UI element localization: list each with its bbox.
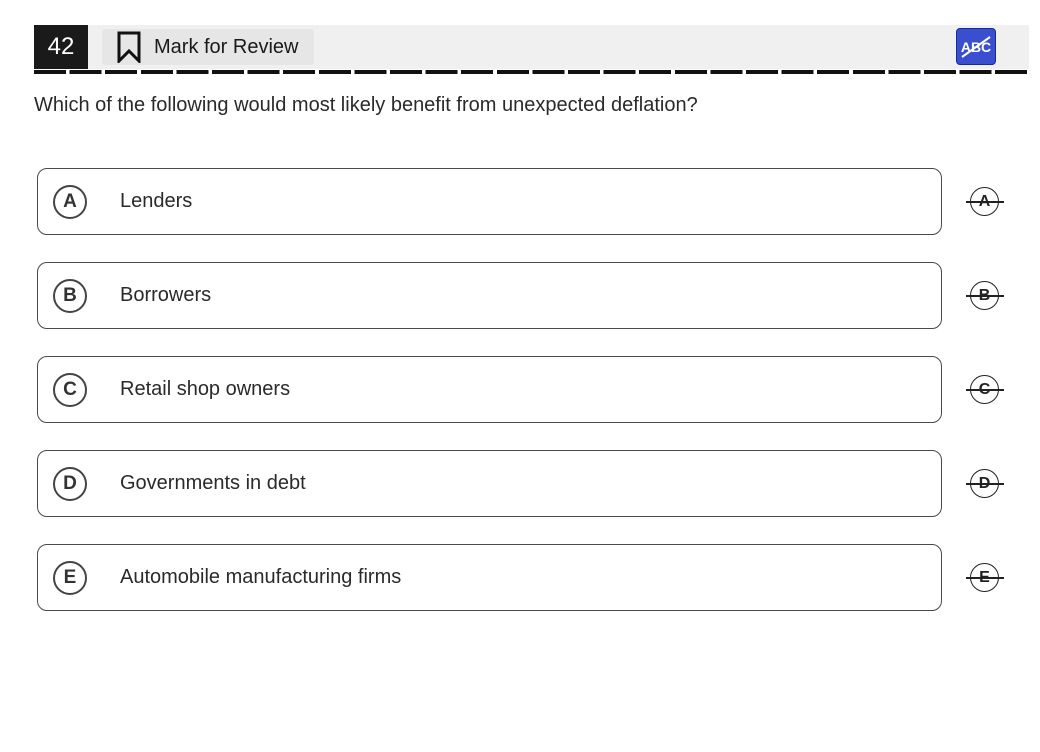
bookmark-icon — [116, 31, 142, 63]
choice-row-d: D Governments in debt D — [37, 450, 1017, 518]
choice-row-c: C Retail shop owners C — [37, 356, 1017, 424]
choice-b-button[interactable]: B Borrowers — [37, 262, 942, 329]
answer-eliminator-toggle-button[interactable]: ABC — [956, 28, 996, 65]
mark-for-review-label: Mark for Review — [154, 35, 299, 58]
choice-letter: C — [53, 372, 87, 407]
question-number: 42 — [34, 25, 88, 69]
question-text: Which of the following would most likely… — [34, 94, 698, 116]
choice-c-button[interactable]: C Retail shop owners — [37, 356, 942, 423]
eliminate-choice-e-button[interactable]: E — [966, 559, 1006, 599]
choice-text: Automobile manufacturing firms — [120, 566, 402, 588]
choice-d-button[interactable]: D Governments in debt — [37, 450, 942, 517]
strikethrough-icon — [966, 201, 1004, 203]
mark-for-review-button[interactable]: Mark for Review — [102, 29, 315, 65]
choice-text: Lenders — [120, 190, 193, 212]
choice-text: Governments in debt — [120, 472, 306, 494]
strikethrough-icon — [966, 389, 1004, 391]
eliminate-choice-d-button[interactable]: D — [966, 465, 1006, 505]
eliminate-choice-a-button[interactable]: A — [966, 183, 1006, 223]
question-header: 42 Mark for Review ABC — [34, 25, 1029, 69]
strikethrough-icon — [966, 577, 1004, 579]
eliminate-choice-b-button[interactable]: B — [966, 277, 1006, 317]
choice-letter: D — [53, 466, 87, 501]
choice-a-button[interactable]: A Lenders — [37, 168, 942, 235]
choice-row-b: B Borrowers B — [37, 262, 1017, 330]
choice-e-button[interactable]: E Automobile manufacturing firms — [37, 544, 942, 611]
choice-letter: B — [53, 278, 87, 313]
choice-letter: A — [53, 184, 87, 219]
choice-row-a: A Lenders A — [37, 168, 1017, 236]
choice-letter: E — [53, 560, 87, 595]
choice-text: Borrowers — [120, 284, 212, 306]
choice-text: Retail shop owners — [120, 378, 291, 400]
abc-strikethrough-icon: ABC — [957, 29, 995, 64]
question-progress-dashes — [34, 70, 1030, 74]
strikethrough-icon — [966, 483, 1004, 485]
choice-row-e: E Automobile manufacturing firms E — [37, 544, 1017, 612]
strikethrough-icon — [966, 295, 1004, 297]
eliminate-choice-c-button[interactable]: C — [966, 371, 1006, 411]
